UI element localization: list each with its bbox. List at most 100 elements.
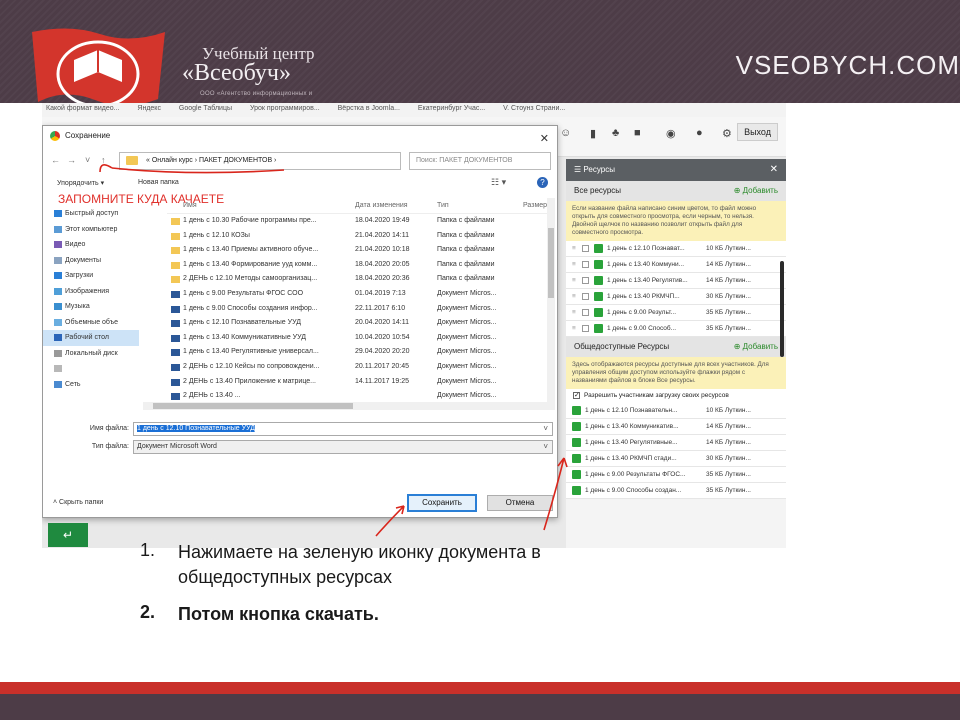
drag-handle-icon[interactable]: ≡ xyxy=(572,273,576,289)
resource-name[interactable]: 1 день с 13.40 РКМЧП стади... xyxy=(585,451,705,467)
resource-row[interactable]: ≡ 1 день с 12.10 Познават... 10 КБ Луткин.… xyxy=(566,241,786,257)
back-icon[interactable]: ← xyxy=(51,155,60,165)
folder-icon[interactable]: ■ xyxy=(634,127,641,139)
green-document-icon[interactable] xyxy=(572,486,581,495)
allow-upload-checkbox[interactable]: Разрешить участникам загрузку своих ресу… xyxy=(566,389,786,403)
file-row[interactable]: 1 день с 13.40 Регулятивные универсал...… xyxy=(167,345,547,360)
share-checkbox[interactable] xyxy=(582,309,589,316)
resources-scrollbar[interactable] xyxy=(780,261,784,357)
column-size[interactable]: Размер xyxy=(523,198,547,214)
drag-handle-icon[interactable]: ≡ xyxy=(572,305,576,321)
resource-name[interactable]: 1 день с 9.00 Результаты ФГОС... xyxy=(585,467,705,483)
resource-name[interactable]: 1 день с 13.40 РКМЧП... xyxy=(607,289,691,305)
file-row[interactable]: 1 день с 13.40 Формирование ууд комм... 1… xyxy=(167,258,547,273)
chevron-down-icon[interactable]: ˅ xyxy=(543,441,548,453)
bookmark-item[interactable]: Урок программиров... xyxy=(250,105,320,112)
hide-folders-toggle[interactable]: ˄ Скрыть папки xyxy=(53,499,103,506)
bookmark-item[interactable]: Google Таблицы xyxy=(179,105,232,112)
resource-name[interactable]: 1 день с 13.40 Регулятив... xyxy=(607,273,691,289)
forward-icon[interactable]: → xyxy=(67,155,76,165)
chevron-down-icon[interactable]: ˅ xyxy=(543,423,548,435)
up-icon[interactable]: ↑ xyxy=(101,155,106,165)
nav-item[interactable] xyxy=(43,361,139,377)
add-public-button[interactable]: ⊕ Добавить xyxy=(734,337,778,357)
resource-name[interactable]: 1 день с 12.10 Познават... xyxy=(607,241,691,257)
add-resource-button[interactable]: ⊕ Добавить xyxy=(734,181,778,201)
file-row[interactable]: 1 день с 13.40 Коммуникативные УУД 10.04.… xyxy=(167,331,547,346)
resource-name[interactable]: 1 день с 9.00 Способ... xyxy=(607,321,691,337)
drag-handle-icon[interactable]: ≡ xyxy=(572,257,576,273)
close-icon[interactable]: ✕ xyxy=(770,159,778,181)
chart-icon[interactable]: ▮ xyxy=(590,127,596,140)
chevron-down-icon[interactable]: ˅ xyxy=(85,155,90,165)
nav-item[interactable]: Документы xyxy=(43,253,139,269)
resource-row[interactable]: ≡ 1 день с 13.40 Регулятив... 14 КБ Луткин… xyxy=(566,273,786,289)
green-document-icon[interactable] xyxy=(594,244,603,253)
resource-row[interactable]: 1 день с 9.00 Результаты ФГОС... 35 КБ Лу… xyxy=(566,467,786,483)
resource-row[interactable]: 1 день с 12.10 Познавательн... 10 КБ Лутк… xyxy=(566,403,786,419)
share-checkbox[interactable] xyxy=(582,261,589,268)
exit-button[interactable]: Выход xyxy=(737,123,778,141)
resource-row[interactable]: 1 день с 13.40 РКМЧП стади... 30 КБ Лутки… xyxy=(566,451,786,467)
green-document-icon[interactable] xyxy=(594,292,603,301)
green-document-icon[interactable] xyxy=(594,308,603,317)
bookmark-item[interactable]: Екатеринбург Учас... xyxy=(418,105,485,112)
resource-name[interactable]: 1 день с 13.40 Регулятивные... xyxy=(585,435,705,451)
nav-item[interactable]: Этот компьютер xyxy=(43,222,139,238)
help-icon[interactable]: ? xyxy=(537,177,548,188)
filetype-select[interactable]: Документ Microsoft Word ˅ xyxy=(133,440,553,454)
bookmark-item[interactable]: Яндекс xyxy=(137,105,161,112)
resource-row[interactable]: ≡ 1 день с 13.40 Коммуни... 14 КБ Луткин..… xyxy=(566,257,786,273)
drag-handle-icon[interactable]: ≡ xyxy=(572,241,576,257)
resource-row[interactable]: 1 день с 9.00 Способы создан... 35 КБ Лут… xyxy=(566,483,786,499)
resource-name[interactable]: 1 день с 13.40 Коммуни... xyxy=(607,257,691,273)
close-icon[interactable]: ✕ xyxy=(540,129,549,149)
users-icon[interactable]: ♣ xyxy=(612,127,619,139)
nav-item[interactable]: Изображения xyxy=(43,284,139,300)
green-document-icon[interactable] xyxy=(572,470,581,479)
file-row[interactable]: 1 день с 12.10 КОЗы 21.04.2020 14:11 Папка… xyxy=(167,229,547,244)
file-row[interactable]: 2 ДЕНЬ с 13.40 Приложение к матрице... 14… xyxy=(167,375,547,390)
organize-button[interactable]: Упорядочить ▾ xyxy=(57,179,104,187)
column-name[interactable]: Имя xyxy=(171,198,349,214)
green-document-icon[interactable] xyxy=(572,422,581,431)
rec-icon[interactable]: ◉ xyxy=(666,127,676,140)
search-input[interactable]: Поиск: ПАКЕТ ДОКУМЕНТОВ xyxy=(409,152,551,170)
file-row[interactable]: 1 день с 12.10 Познавательные УУД 20.04.2… xyxy=(167,316,547,331)
resource-name[interactable]: 1 день с 13.40 Коммуникатив... xyxy=(585,419,705,435)
green-document-icon[interactable] xyxy=(572,438,581,447)
nav-item-desktop[interactable]: Рабочий стол xyxy=(43,330,139,346)
green-document-icon[interactable] xyxy=(594,276,603,285)
site-url[interactable]: VSEOBYCH.COM xyxy=(736,50,960,81)
undo-icon[interactable]: ↵ xyxy=(48,523,88,547)
new-folder-button[interactable]: Новая папка xyxy=(138,179,179,186)
file-row[interactable]: 1 день с 9.00 Результаты ФГОС СОО 01.04.2… xyxy=(167,287,547,302)
bookmark-item[interactable]: Какой формат видео... xyxy=(46,105,119,112)
resource-row[interactable]: 1 день с 13.40 Коммуникатив... 14 КБ Лутк… xyxy=(566,419,786,435)
emoji-icon[interactable]: ☺ xyxy=(560,127,571,139)
drag-handle-icon[interactable]: ≡ xyxy=(572,289,576,305)
file-row[interactable]: 1 день с 13.40 Приемы активного обуче...… xyxy=(167,243,547,258)
resource-row[interactable]: ≡ 1 день с 9.00 Способ... 35 КБ Луткин... xyxy=(566,321,786,337)
nav-item[interactable]: Загрузки xyxy=(43,268,139,284)
checkbox-checked-icon[interactable] xyxy=(573,389,580,403)
resource-name[interactable]: 1 день с 9.00 Результ... xyxy=(607,305,691,321)
share-checkbox[interactable] xyxy=(582,245,589,252)
drag-handle-icon[interactable]: ≡ xyxy=(572,321,576,337)
cancel-button[interactable]: Отмена xyxy=(487,495,553,511)
nav-item[interactable]: Локальный диск xyxy=(43,346,139,362)
resource-row[interactable]: ≡ 1 день с 13.40 РКМЧП... 30 КБ Луткин... xyxy=(566,289,786,305)
resource-row[interactable]: 1 день с 13.40 Регулятивные... 14 КБ Лутк… xyxy=(566,435,786,451)
file-row[interactable]: 1 день с 9.00 Способы создания инфор... 2… xyxy=(167,302,547,317)
bookmark-item[interactable]: Вёрстка в Joomla... xyxy=(338,105,400,112)
column-date[interactable]: Дата изменения xyxy=(355,198,431,214)
share-checkbox[interactable] xyxy=(582,325,589,332)
nav-item[interactable]: Объемные объе xyxy=(43,315,139,331)
resource-name[interactable]: 1 день с 9.00 Способы создан... xyxy=(585,483,705,499)
column-type[interactable]: Тип xyxy=(437,198,517,214)
file-row[interactable]: 2 ДЕНЬ с 12.10 Кейсы по сопровождени... 2… xyxy=(167,360,547,375)
file-row[interactable]: 1 день с 10.30 Рабочие программы пре... 1… xyxy=(167,214,547,229)
green-document-icon[interactable] xyxy=(594,324,603,333)
green-document-icon[interactable] xyxy=(572,454,581,463)
view-options-icon[interactable]: ☷ ▾ xyxy=(491,177,506,188)
